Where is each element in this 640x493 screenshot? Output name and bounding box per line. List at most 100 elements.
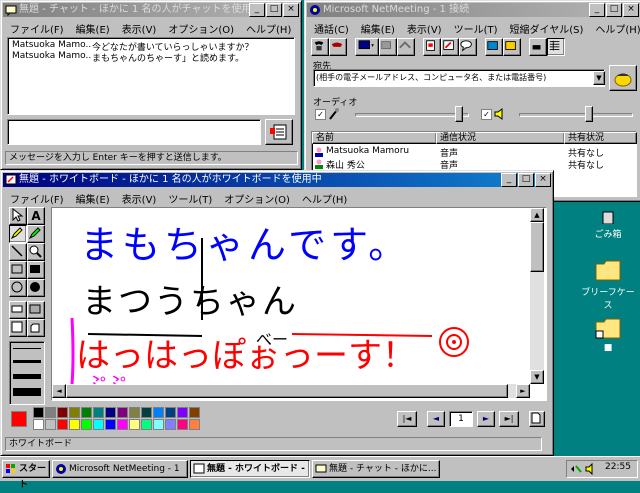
task-chat[interactable]: 無題 - チャット - ほかに...	[312, 460, 440, 478]
directory-button[interactable]	[485, 38, 503, 56]
line-width-option[interactable]	[13, 360, 41, 363]
mic-volume-slider[interactable]	[355, 105, 469, 125]
address-combobox[interactable]: (相手の電子メールアドレス、コンピュータ名、または電話番号)	[313, 69, 605, 87]
color-swatch[interactable]	[141, 419, 152, 430]
chat-input[interactable]	[7, 119, 261, 145]
whiteboard-titlebar[interactable]: 無題 - ホワイトボード - ほかに 1 名の人がホワイトボードを使用中	[3, 173, 551, 187]
task-netmeeting[interactable]: Microsoft NetMeeting - 1	[52, 460, 188, 478]
insert-page-button[interactable]	[529, 411, 545, 427]
color-swatch[interactable]	[153, 419, 164, 430]
color-swatch[interactable]	[45, 407, 56, 418]
scroll-left-button[interactable]: ◄	[52, 384, 66, 398]
scroll-up-button[interactable]: ▲	[530, 208, 544, 222]
netmeeting-tray-icon[interactable]	[570, 463, 582, 475]
send-button[interactable]	[265, 119, 293, 145]
place-call-button[interactable]	[609, 65, 637, 91]
color-swatch[interactable]	[81, 407, 92, 418]
color-swatch[interactable]	[177, 419, 188, 430]
color-swatch[interactable]	[165, 419, 176, 430]
color-swatch[interactable]	[189, 407, 200, 418]
close-button[interactable]: ×	[283, 3, 299, 17]
color-swatch[interactable]	[69, 419, 80, 430]
speaker-volume-slider[interactable]	[519, 105, 633, 125]
remote-pointer-tool[interactable]	[9, 319, 27, 337]
file-transfer-button[interactable]	[423, 38, 441, 56]
color-swatch[interactable]	[141, 407, 152, 418]
column-header-share[interactable]: 共有状況	[564, 132, 637, 144]
color-swatch[interactable]	[45, 419, 56, 430]
column-header-name[interactable]: 名前	[312, 132, 437, 144]
text-tool[interactable]: A	[27, 207, 45, 225]
color-swatch[interactable]	[33, 407, 44, 418]
rect-tool[interactable]	[9, 261, 27, 279]
color-swatch[interactable]	[81, 419, 92, 430]
chat-history[interactable]: Matsuoka Mamo...今どなたが書いていらっしゃいますか？ Matsu…	[7, 37, 295, 115]
horizontal-scrollbar[interactable]: ◄ ►	[52, 384, 530, 398]
desktop-icon-recycle-bin[interactable]: ごみ箱	[582, 210, 634, 240]
wb-menu-file[interactable]: ファイル(F)	[4, 189, 70, 208]
maximize-button[interactable]: □	[518, 173, 534, 187]
column-header-status[interactable]: 通信状況	[436, 132, 565, 144]
line-width-selector[interactable]	[9, 341, 45, 405]
color-swatch[interactable]	[189, 419, 200, 430]
area-capture-tool[interactable]	[27, 319, 45, 337]
speeddial-button[interactable]	[503, 38, 521, 56]
chat-menu-options[interactable]: オプション(O)	[162, 19, 240, 38]
close-button[interactable]: ×	[623, 3, 639, 17]
call-button[interactable]	[311, 38, 329, 56]
color-swatch[interactable]	[117, 419, 128, 430]
color-swatch[interactable]	[105, 419, 116, 430]
collaborate-button[interactable]	[397, 38, 415, 56]
filled-rect-tool[interactable]	[27, 261, 45, 279]
clock[interactable]: 22:55	[605, 462, 631, 472]
nm-menu-help[interactable]: ヘルプ(H)	[589, 19, 640, 38]
lock-tool[interactable]	[27, 301, 45, 319]
speaker-checkbox[interactable]: ✓	[481, 109, 492, 120]
desktop-icon-folder[interactable]: ■	[584, 316, 632, 360]
address-dropdown-button[interactable]: ▼	[593, 71, 605, 85]
color-swatch[interactable]	[69, 407, 80, 418]
chat-menu-file[interactable]: ファイル(F)	[4, 19, 70, 38]
line-tool[interactable]	[9, 243, 27, 261]
maximize-button[interactable]: □	[606, 3, 622, 17]
nm-menu-call[interactable]: 通話(C)	[308, 19, 355, 38]
scroll-thumb[interactable]	[530, 222, 544, 272]
color-swatch[interactable]	[33, 419, 44, 430]
share-button[interactable]	[379, 38, 397, 56]
eraser-tool[interactable]	[9, 301, 27, 319]
wb-menu-tools[interactable]: ツール(T)	[162, 189, 218, 208]
hscroll-thumb[interactable]	[66, 384, 508, 398]
nm-menu-edit[interactable]: 編集(E)	[355, 19, 401, 38]
close-button[interactable]: ×	[535, 173, 551, 187]
wb-menu-view[interactable]: 表示(V)	[116, 189, 163, 208]
line-width-option[interactable]	[13, 348, 41, 349]
color-swatch[interactable]	[57, 407, 68, 418]
color-swatch[interactable]	[153, 407, 164, 418]
desktop-icon-briefcase[interactable]: ブリーフケース	[578, 258, 638, 311]
pen-tool[interactable]	[9, 225, 27, 243]
color-swatch[interactable]	[129, 407, 140, 418]
color-swatch[interactable]	[165, 407, 176, 418]
color-swatch[interactable]	[129, 419, 140, 430]
wb-menu-help[interactable]: ヘルプ(H)	[296, 189, 353, 208]
minimize-button[interactable]: _	[501, 173, 517, 187]
wb-menu-options[interactable]: オプション(O)	[218, 189, 296, 208]
chat-menu-help[interactable]: ヘルプ(H)	[240, 19, 297, 38]
next-page-button[interactable]: ►	[477, 411, 495, 427]
ellipse-tool[interactable]	[9, 279, 27, 297]
start-button[interactable]: スタート	[2, 460, 50, 490]
color-swatch[interactable]	[105, 407, 116, 418]
minimize-button[interactable]: _	[589, 3, 605, 17]
wb-menu-edit[interactable]: 編集(E)	[70, 189, 116, 208]
previous-page-button[interactable]: ◄	[427, 411, 445, 427]
color-swatch[interactable]	[93, 419, 104, 430]
chat-button[interactable]	[459, 38, 477, 56]
speaker-slider-thumb[interactable]	[585, 106, 593, 122]
color-swatch[interactable]	[177, 407, 188, 418]
minimize-button[interactable]: _	[249, 3, 265, 17]
whiteboard-canvas[interactable]: まもちゃんです。 まつうちゃん べー はっはっぽぉっーす！ ぷぷ	[52, 208, 530, 384]
vertical-scrollbar[interactable]: ▲ ▼	[530, 208, 544, 384]
highlighter-tool[interactable]	[27, 225, 45, 243]
color-swatch[interactable]	[93, 407, 104, 418]
last-page-button[interactable]: ►|	[499, 411, 519, 427]
